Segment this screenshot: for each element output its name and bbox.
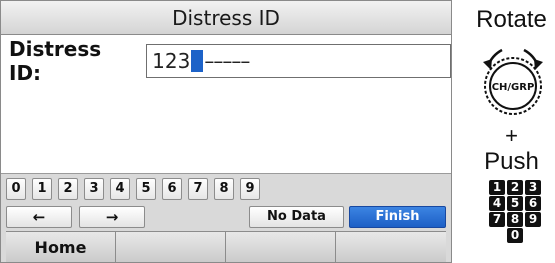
text-cursor (191, 50, 204, 72)
numpad-row: 0 (488, 228, 542, 243)
digit-key-0[interactable]: 0 (6, 178, 26, 200)
digit-key-8[interactable]: 8 (214, 178, 234, 200)
numpad-row: 7 8 9 (488, 212, 542, 227)
numpad-key: 5 (507, 196, 523, 211)
distress-id-entry-row: Distress ID: 123 ––––– (9, 37, 451, 85)
on-screen-keypad: 0 1 2 3 4 5 6 7 8 9 ← → No Data Finish H… (1, 173, 451, 262)
numpad-row: 1 2 3 (488, 180, 542, 195)
bottom-menu-slot-3[interactable] (226, 232, 336, 262)
digit-key-3[interactable]: 3 (84, 178, 104, 200)
operation-instructions: Rotate CH/GRP + Push 1 2 3 4 5 6 7 8 9 0 (468, 0, 555, 263)
rotate-label: Rotate (476, 6, 547, 33)
home-button[interactable]: Home (6, 232, 116, 262)
finish-button[interactable]: Finish (349, 206, 446, 228)
distress-id-typed-digits: 123 (152, 49, 191, 73)
numpad-key: 4 (489, 196, 505, 211)
distress-id-label: Distress ID: (9, 37, 102, 85)
numpad-key: 8 (507, 212, 523, 227)
bottom-menu-slot-4[interactable] (336, 232, 446, 262)
numpad-row: 4 5 6 (488, 196, 542, 211)
cursor-left-button[interactable]: ← (6, 206, 72, 228)
numpad-key: 6 (525, 196, 541, 211)
distress-id-remaining-placeholder: ––––– (204, 49, 250, 73)
numpad-key: 1 (489, 180, 505, 195)
numpad-key: 2 (507, 180, 523, 195)
digit-key-1[interactable]: 1 (32, 178, 52, 200)
numpad-key: 7 (489, 212, 505, 227)
radio-screen: Distress ID Distress ID: 123 ––––– 0 1 2… (0, 0, 452, 263)
cursor-right-button[interactable]: → (79, 206, 145, 228)
digit-key-row: 0 1 2 3 4 5 6 7 8 9 (6, 178, 266, 200)
bottom-menu-slot-2[interactable] (116, 232, 226, 262)
push-label: Push (484, 148, 539, 175)
digit-key-2[interactable]: 2 (58, 178, 78, 200)
numpad-key: 3 (525, 180, 541, 195)
no-data-button[interactable]: No Data (249, 206, 344, 228)
knob-label: CH/GRP (492, 82, 535, 93)
numpad-key: 0 (507, 228, 523, 243)
numpad-icon: 1 2 3 4 5 6 7 8 9 0 (488, 180, 542, 244)
screen-title: Distress ID (1, 1, 451, 35)
digit-key-6[interactable]: 6 (162, 178, 182, 200)
distress-id-input[interactable]: 123 ––––– (146, 44, 451, 78)
ch-grp-knob-icon[interactable]: CH/GRP (478, 40, 548, 128)
numpad-key: 9 (525, 212, 541, 227)
digit-key-7[interactable]: 7 (188, 178, 208, 200)
bottom-menu-bar: Home (6, 231, 446, 262)
digit-key-5[interactable]: 5 (136, 178, 156, 200)
digit-key-9[interactable]: 9 (240, 178, 260, 200)
digit-key-4[interactable]: 4 (110, 178, 130, 200)
plus-sign: + (505, 123, 518, 148)
